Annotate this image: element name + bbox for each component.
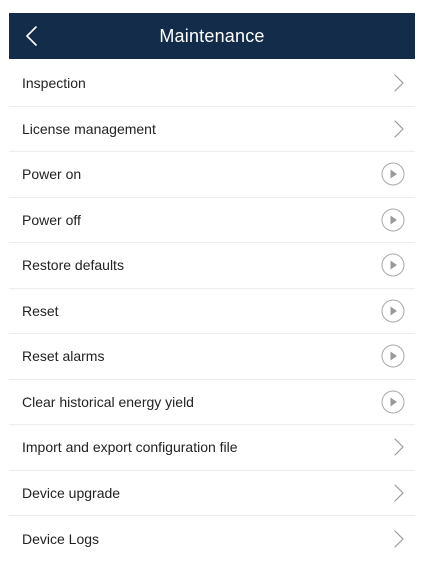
chevron-left-icon [24, 25, 38, 47]
menu-item-reset[interactable]: Reset [9, 289, 415, 334]
menu-item-label: Device upgrade [22, 484, 121, 501]
menu-item-label: Restore defaults [22, 257, 124, 274]
chevron-right-icon [393, 529, 405, 549]
menu-item-import-export-configuration[interactable]: Import and export configuration file [9, 425, 415, 471]
menu-item-inspection[interactable]: Inspection [9, 61, 415, 107]
menu-item-label: Power on [22, 166, 82, 183]
menu-item-label: Power off [22, 211, 81, 228]
maintenance-menu: Inspection License management Power on P… [9, 61, 415, 562]
menu-item-reset-alarms[interactable]: Reset alarms [9, 334, 415, 380]
menu-item-label: Reset [22, 302, 59, 319]
play-circle-icon[interactable] [381, 162, 405, 186]
play-circle-icon[interactable] [381, 253, 405, 277]
play-circle-icon[interactable] [381, 299, 405, 323]
menu-item-license-management[interactable]: License management [9, 107, 415, 152]
maintenance-screen: Maintenance Inspection License managemen… [0, 0, 424, 572]
menu-item-device-upgrade[interactable]: Device upgrade [9, 471, 415, 516]
menu-item-power-off[interactable]: Power off [9, 198, 415, 243]
menu-item-clear-historical-energy-yield[interactable]: Clear historical energy yield [9, 380, 415, 425]
back-button[interactable] [9, 13, 53, 59]
menu-item-label: Reset alarms [22, 348, 105, 365]
play-circle-icon[interactable] [381, 390, 405, 414]
menu-item-power-on[interactable]: Power on [9, 152, 415, 198]
menu-item-label: Import and export configuration file [22, 439, 238, 456]
chevron-right-icon [393, 119, 405, 139]
play-circle-icon[interactable] [381, 344, 405, 368]
play-circle-icon[interactable] [381, 208, 405, 232]
chevron-right-icon [393, 73, 405, 93]
page-title: Maintenance [159, 25, 265, 46]
menu-item-label: License management [22, 120, 156, 137]
chevron-right-icon [393, 483, 405, 503]
menu-item-label: Clear historical energy yield [22, 393, 194, 410]
menu-item-label: Device Logs [22, 530, 100, 547]
app-header: Maintenance [9, 13, 415, 59]
chevron-right-icon [393, 437, 405, 457]
menu-item-label: Inspection [22, 75, 86, 92]
menu-item-restore-defaults[interactable]: Restore defaults [9, 243, 415, 289]
menu-item-device-logs[interactable]: Device Logs [9, 516, 415, 562]
